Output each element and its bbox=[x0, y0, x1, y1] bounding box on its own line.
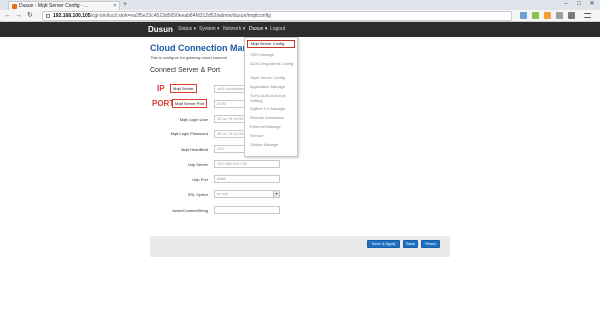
ip-annotation: IP bbox=[157, 84, 165, 93]
url-path: /cgi-bin/luci/;stok=ea2f5e23c4523d5650ee… bbox=[90, 13, 271, 19]
bookmarks-icon[interactable] bbox=[520, 12, 527, 19]
url-host: 192.168.100.105 bbox=[53, 13, 91, 19]
browser-titlebar: Dusun - Mqtt Server Config - ... ✕ + – □… bbox=[0, 0, 600, 10]
login-user-label: Mqtt Login User bbox=[179, 117, 208, 122]
close-tab-icon[interactable]: ✕ bbox=[113, 2, 117, 10]
downloads-icon[interactable] bbox=[532, 12, 539, 19]
mqtt-server-label: Mqtt Server bbox=[170, 84, 197, 93]
port-annotation: PORT bbox=[152, 99, 175, 108]
menu-icon[interactable] bbox=[584, 13, 591, 18]
menu-item-azio-config[interactable]: AZ/IO Arguments Config bbox=[250, 61, 295, 66]
section-title: Connect Server & Port bbox=[150, 67, 221, 74]
menu-item-remote-assistance[interactable]: Remote Assistance bbox=[250, 115, 284, 120]
extensions-icon[interactable] bbox=[556, 12, 563, 19]
save-button[interactable]: Save bbox=[403, 240, 418, 248]
udp-server-input[interactable]: 192.168.100.230 bbox=[214, 160, 280, 168]
close-window-icon[interactable]: ✕ bbox=[586, 0, 598, 9]
menu-logout[interactable]: Logout bbox=[270, 26, 285, 33]
ssl-option-select[interactable]: no ssl ▾ bbox=[214, 190, 280, 198]
udp-port-label: Udp Port bbox=[192, 177, 208, 182]
azure-label: AzureConnectString bbox=[172, 208, 208, 213]
menu-item-application-manage[interactable]: Application Manage bbox=[250, 84, 285, 89]
reload-icon[interactable]: ↻ bbox=[27, 11, 33, 21]
brand-logo[interactable]: Dusun bbox=[148, 24, 173, 35]
ssl-option-value: no ssl bbox=[217, 191, 228, 196]
menu-system[interactable]: System ▾ bbox=[199, 26, 220, 33]
maximize-icon[interactable]: □ bbox=[573, 0, 585, 9]
forward-icon[interactable]: → bbox=[15, 11, 22, 21]
page-info-icon[interactable] bbox=[46, 14, 50, 18]
reset-button[interactable]: Reset bbox=[421, 240, 440, 248]
menu-item-ethernet-manage[interactable]: Ethernet Manage bbox=[250, 124, 281, 129]
minimize-icon[interactable]: – bbox=[560, 0, 572, 9]
menu-dusun[interactable]: Dusun ▾ bbox=[249, 26, 267, 33]
udp-port-input[interactable]: 6666 bbox=[214, 175, 280, 183]
url-bar[interactable]: 192.168.100.105/cgi-bin/luci/;stok=ea2f5… bbox=[42, 11, 512, 21]
ssl-option-label: SSL Option bbox=[187, 192, 208, 197]
menu-item-service[interactable]: Service bbox=[250, 133, 263, 138]
chevron-down-icon: ▾ bbox=[273, 191, 279, 197]
tab-title: Dusun - Mqtt Server Config - ... bbox=[19, 3, 89, 9]
login-password-label: Mqtt Login Password bbox=[170, 131, 208, 136]
menu-item-ssh-manage[interactable]: SSH Manage bbox=[250, 52, 274, 57]
menu-item-topic-server-config[interactable]: Topic Server Config bbox=[250, 75, 285, 80]
azure-input[interactable] bbox=[214, 206, 280, 214]
page-description: This is configure for gateway cloud conn… bbox=[150, 55, 227, 60]
new-tab-icon[interactable]: + bbox=[123, 1, 127, 9]
menu-item-tuya-setting[interactable]: TuYa UUID And Key Setting bbox=[250, 93, 295, 103]
udp-server-label: Udp Server bbox=[187, 162, 208, 167]
favicon-icon bbox=[12, 4, 17, 9]
browser-toolbar: ← → ↻ 192.168.100.105/cgi-bin/luci/;stok… bbox=[0, 10, 600, 22]
menu-item-mqtt-server-config[interactable]: Mqtt Server Config bbox=[247, 40, 295, 48]
save-apply-button[interactable]: Save & Apply bbox=[367, 240, 400, 248]
heartbeat-label: Mqtt HeartBeat bbox=[181, 147, 208, 152]
menu-status[interactable]: Status ▾ bbox=[178, 26, 196, 33]
browser-tab[interactable]: Dusun - Mqtt Server Config - ... ✕ bbox=[8, 1, 120, 10]
menu-item-zigbee-manage[interactable]: ZigBee 3.0 Manage bbox=[250, 106, 285, 111]
page-title: Cloud Connection Manage bbox=[150, 43, 245, 53]
router-navbar: Dusun Status ▾ System ▾ Network ▾ Dusun … bbox=[0, 22, 600, 37]
profile-icon[interactable] bbox=[568, 12, 575, 19]
back-icon[interactable]: ← bbox=[4, 11, 11, 21]
mqtt-port-label: Mqtt Server Port bbox=[172, 99, 208, 108]
menu-item-zwave-manage[interactable]: ZWave Manage bbox=[250, 142, 278, 147]
dusun-dropdown-menu: Mqtt Server Config SSH Manage AZ/IO Argu… bbox=[244, 37, 298, 157]
menu-network[interactable]: Network ▾ bbox=[223, 26, 245, 33]
home-icon[interactable] bbox=[544, 12, 551, 19]
